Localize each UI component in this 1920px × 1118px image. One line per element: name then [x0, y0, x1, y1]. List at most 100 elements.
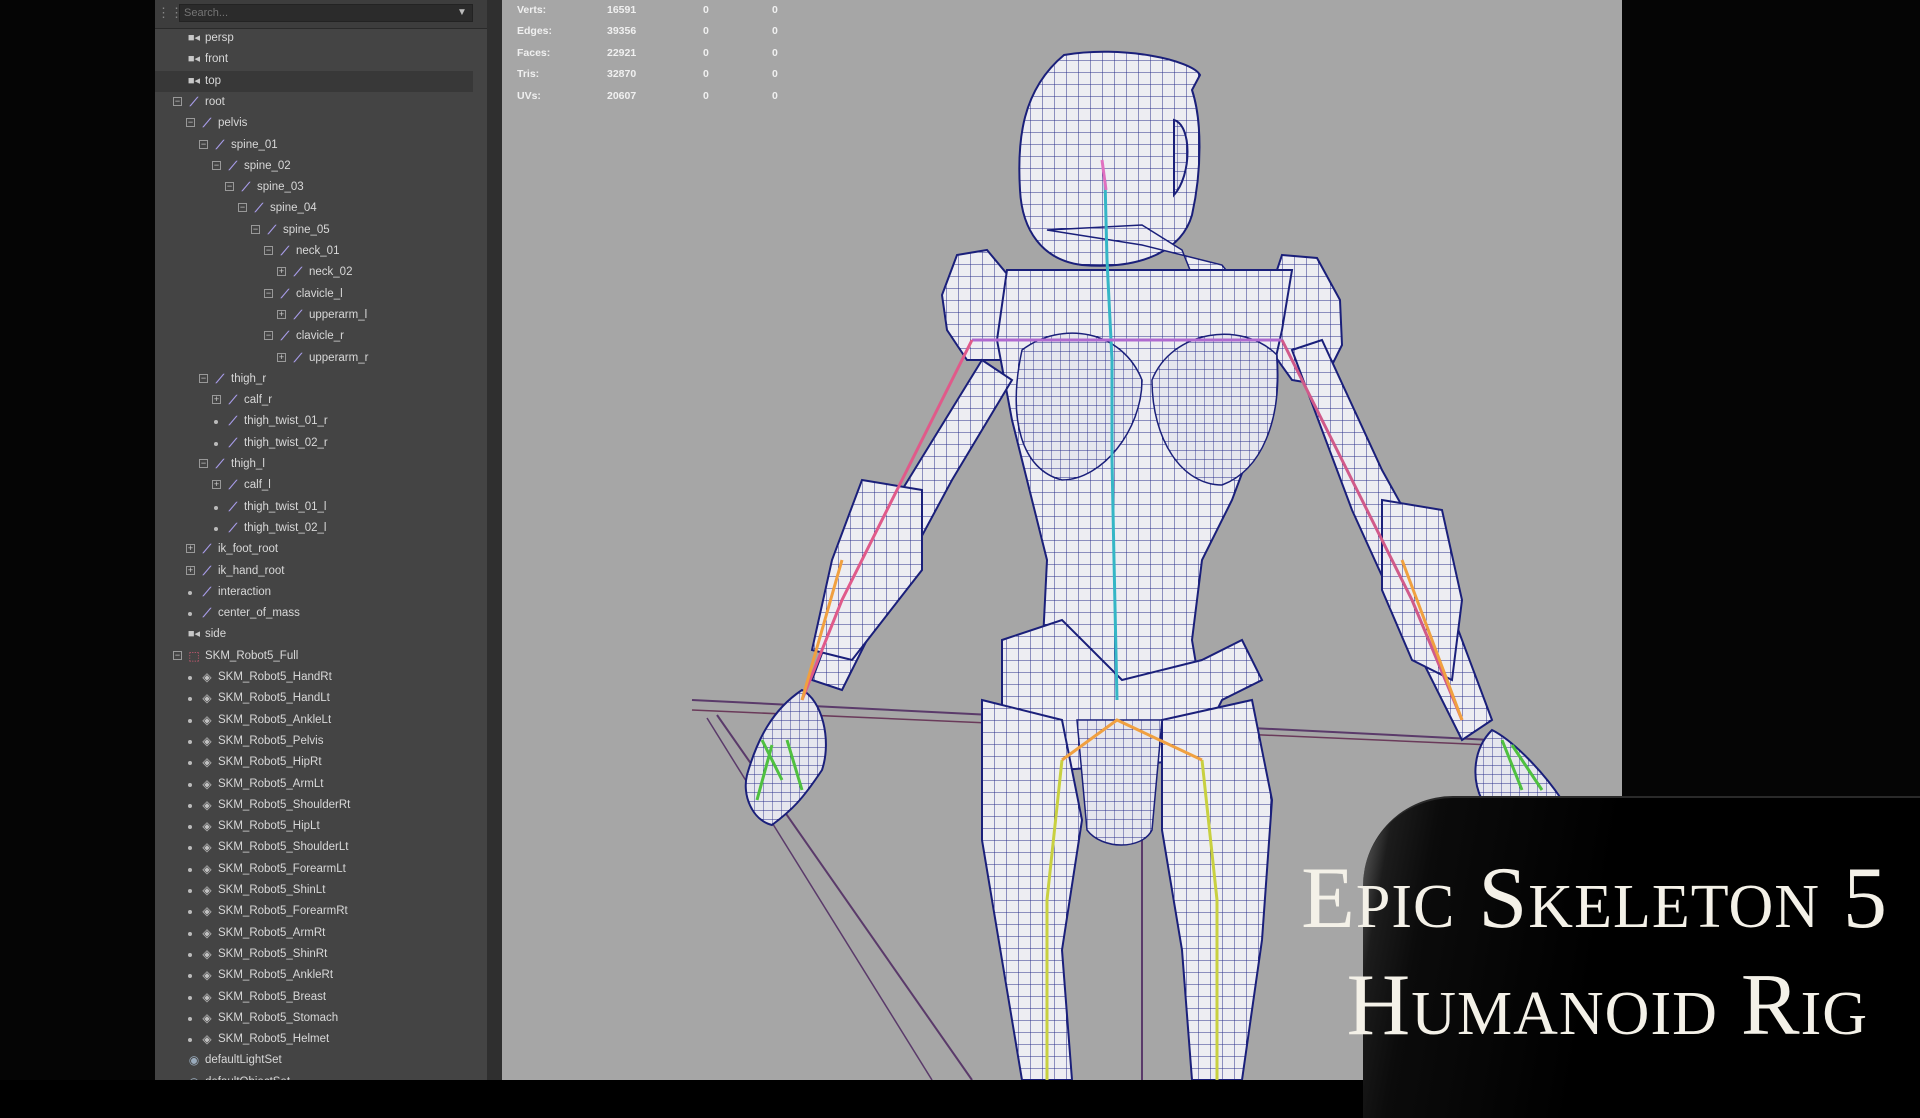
- collapse-icon[interactable]: −: [199, 139, 208, 149]
- outliner-item-skm-robot5-hiplt[interactable]: ◈ SKM_Robot5_HipLt: [155, 816, 473, 837]
- outliner-item-skm-robot5-pelvis[interactable]: ◈ SKM_Robot5_Pelvis: [155, 731, 473, 752]
- outliner-item-neck-02[interactable]: + ⟋ neck_02: [155, 262, 473, 283]
- outliner-item-skm-robot5-handlt[interactable]: ◈ SKM_Robot5_HandLt: [155, 688, 473, 709]
- outliner-item-thigh-l[interactable]: − ⟋ thigh_l: [155, 454, 473, 475]
- collapse-icon[interactable]: −: [225, 182, 234, 192]
- outliner-item-skm-robot5-forearmlt[interactable]: ◈ SKM_Robot5_ForearmLt: [155, 859, 473, 880]
- hud-value: 0: [772, 89, 778, 102]
- outliner-item-spine-04[interactable]: − ⟋ spine_04: [155, 198, 473, 219]
- outliner-item-label: front: [205, 53, 229, 66]
- expand-icon[interactable]: +: [212, 480, 221, 490]
- outliner-item-spine-02[interactable]: − ⟋ spine_02: [155, 156, 473, 177]
- outliner-item-interaction[interactable]: ⟋ interaction: [155, 582, 473, 603]
- outliner-item-defaultlightset[interactable]: ◉ defaultLightSet: [155, 1050, 473, 1071]
- outliner-item-label: thigh_r: [231, 372, 267, 385]
- outliner-item-label: SKM_Robot5_Helmet: [218, 1033, 330, 1046]
- outliner-item-skm-robot5-anklert[interactable]: ◈ SKM_Robot5_AnkleRt: [155, 965, 473, 986]
- outliner-item-upperarm-l[interactable]: + ⟋ upperarm_l: [155, 305, 473, 326]
- outliner-item-spine-03[interactable]: − ⟋ spine_03: [155, 177, 473, 198]
- expand-icon[interactable]: +: [186, 544, 195, 554]
- outliner-item-thigh-twist-01-r[interactable]: ⟋ thigh_twist_01_r: [155, 411, 473, 432]
- collapse-icon[interactable]: −: [264, 288, 273, 298]
- panel-grip-icon[interactable]: ⋮⋮: [157, 4, 183, 22]
- outliner-item-neck-01[interactable]: − ⟋ neck_01: [155, 241, 473, 262]
- hud-label: Edges:: [517, 25, 553, 38]
- outliner-item-label: persp: [205, 32, 234, 44]
- outliner-item-skm-robot5-handrt[interactable]: ◈ SKM_Robot5_HandRt: [155, 667, 473, 688]
- leaf-dot-icon: [188, 697, 192, 702]
- panel-splitter[interactable]: [487, 0, 502, 1080]
- collapse-icon[interactable]: −: [186, 118, 195, 128]
- outliner-item-label: defaultObjectSet: [205, 1072, 290, 1080]
- expand-icon[interactable]: +: [186, 565, 195, 575]
- collapse-icon[interactable]: −: [238, 203, 247, 213]
- expand-icon[interactable]: +: [277, 309, 286, 319]
- collapse-icon[interactable]: −: [264, 331, 273, 341]
- outliner-item-upperarm-r[interactable]: + ⟋ upperarm_r: [155, 348, 473, 369]
- outliner-item-label: SKM_Robot5_ForearmLt: [218, 862, 346, 875]
- outliner-item-pelvis[interactable]: − ⟋ pelvis: [155, 113, 473, 134]
- outliner-item-root[interactable]: − ⟋ root: [155, 92, 473, 113]
- outliner-item-thigh-twist-01-l[interactable]: ⟋ thigh_twist_01_l: [155, 497, 473, 518]
- outliner-item-thigh-twist-02-r[interactable]: ⟋ thigh_twist_02_r: [155, 433, 473, 454]
- outliner-item-front[interactable]: ■◂ front: [155, 49, 473, 70]
- outliner-item-skm-robot5-hiprt[interactable]: ◈ SKM_Robot5_HipRt: [155, 752, 473, 773]
- outliner-search-input[interactable]: [179, 4, 473, 22]
- outliner-item-skm-robot5-shoulderlt[interactable]: ◈ SKM_Robot5_ShoulderLt: [155, 837, 473, 858]
- leaf-dot-icon: [188, 867, 192, 872]
- outliner-item-label: neck_02: [309, 266, 353, 279]
- outliner-item-skm-robot5-stomach[interactable]: ◈ SKM_Robot5_Stomach: [155, 1008, 473, 1029]
- outliner-item-label: SKM_Robot5_Stomach: [218, 1011, 339, 1024]
- collapse-icon[interactable]: −: [199, 373, 208, 383]
- outliner-item-skm-robot5-forearmrt[interactable]: ◈ SKM_Robot5_ForearmRt: [155, 901, 473, 922]
- outliner-item-label: thigh_twist_01_r: [244, 415, 328, 428]
- outliner-item-spine-05[interactable]: − ⟋ spine_05: [155, 220, 473, 241]
- outliner-item-thigh-r[interactable]: − ⟋ thigh_r: [155, 369, 473, 390]
- hud-value: 0: [703, 46, 709, 59]
- outliner-item-spine-01[interactable]: − ⟋ spine_01: [155, 135, 473, 156]
- collapse-icon[interactable]: −: [173, 650, 182, 660]
- leaf-dot-icon: [214, 441, 218, 446]
- outliner-item-skm-robot5-full[interactable]: − ⬚ SKM_Robot5_Full: [155, 646, 473, 667]
- outliner-item-calf-r[interactable]: + ⟋ calf_r: [155, 390, 473, 411]
- outliner-item-thigh-twist-02-l[interactable]: ⟋ thigh_twist_02_l: [155, 518, 473, 539]
- collapse-icon[interactable]: −: [199, 459, 208, 468]
- outliner-item-skm-robot5-breast[interactable]: ◈ SKM_Robot5_Breast: [155, 987, 473, 1008]
- outliner-item-skm-robot5-helmet[interactable]: ◈ SKM_Robot5_Helmet: [155, 1029, 473, 1050]
- expand-icon[interactable]: +: [277, 352, 286, 362]
- outliner-item-ik-foot-root[interactable]: + ⟋ ik_foot_root: [155, 539, 473, 560]
- joint-icon: ⟋: [241, 180, 251, 195]
- hud-value: 0: [703, 68, 709, 81]
- expand-icon[interactable]: +: [277, 267, 286, 277]
- collapse-icon[interactable]: −: [264, 246, 273, 255]
- left-black-margin: [0, 0, 155, 1080]
- outliner-item-clavicle-l[interactable]: − ⟋ clavicle_l: [155, 284, 473, 305]
- outliner-item-label: defaultLightSet: [205, 1054, 282, 1067]
- collapse-icon[interactable]: −: [173, 96, 182, 106]
- collapse-icon[interactable]: −: [212, 160, 221, 170]
- outliner-item-center-of-mass[interactable]: ⟋ center_of_mass: [155, 603, 473, 624]
- outliner-item-skm-robot5-shinrt[interactable]: ◈ SKM_Robot5_ShinRt: [155, 944, 473, 965]
- outliner-item-defaultobjectset[interactable]: ◉ defaultObjectSet: [155, 1072, 473, 1080]
- outliner-item-skm-robot5-armlt[interactable]: ◈ SKM_Robot5_ArmLt: [155, 774, 473, 795]
- outliner-item-clavicle-r[interactable]: − ⟋ clavicle_r: [155, 326, 473, 347]
- outliner-item-top[interactable]: ■◂ top: [155, 70, 473, 92]
- mesh-icon: ◈: [202, 776, 212, 791]
- collapse-icon[interactable]: −: [251, 224, 260, 234]
- outliner-item-ik-hand-root[interactable]: + ⟋ ik_hand_root: [155, 561, 473, 582]
- outliner-item-skm-robot5-armrt[interactable]: ◈ SKM_Robot5_ArmRt: [155, 923, 473, 944]
- outliner-item-calf-l[interactable]: + ⟋ calf_l: [155, 475, 473, 496]
- expand-icon[interactable]: +: [212, 395, 221, 405]
- outliner-item-side[interactable]: ■◂ side: [155, 624, 473, 645]
- search-dropdown-icon[interactable]: ▼: [455, 4, 469, 22]
- outliner-item-label: spine_01: [231, 138, 278, 151]
- hud-value: 39356: [607, 25, 637, 38]
- outliner-item-label: spine_03: [257, 181, 304, 194]
- outliner-item-skm-robot5-shinlt[interactable]: ◈ SKM_Robot5_ShinLt: [155, 880, 473, 901]
- outliner-item-skm-robot5-shoulderrt[interactable]: ◈ SKM_Robot5_ShoulderRt: [155, 795, 473, 816]
- outliner-item-label: SKM_Robot5_AnkleLt: [218, 713, 332, 726]
- outliner-item-skm-robot5-anklelt[interactable]: ◈ SKM_Robot5_AnkleLt: [155, 710, 473, 731]
- camera-icon: ■◂: [187, 74, 201, 87]
- outliner-item-persp[interactable]: ■◂ persp: [155, 28, 473, 49]
- hud-value: 0: [703, 4, 709, 16]
